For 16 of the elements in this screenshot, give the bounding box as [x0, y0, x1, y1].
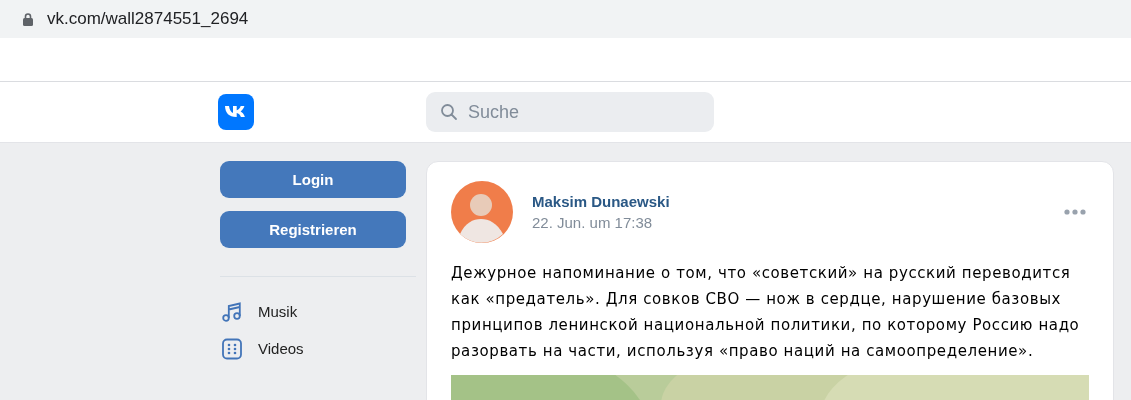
search-field[interactable]: Suche [426, 92, 714, 132]
post-date[interactable]: 22. Jun. um 17:38 [532, 214, 1064, 231]
vk-logo-icon[interactable] [218, 94, 254, 130]
more-icon [1064, 209, 1086, 215]
url-text[interactable]: vk.com/wall2874551_2694 [47, 9, 249, 29]
author-link[interactable]: Maksim Dunaewski [532, 193, 1064, 210]
post-text: Дежурное напоминание о том, что «советский» на русский переводится как «предатель». Для совков СВО — нож в сердце, нарушение базовых принципов ленинской национальной политики, по которому Россию надо разорвать на части, используя «право наций на самоопределение». [451, 263, 1081, 362]
music-note-icon [221, 300, 243, 323]
sidebar-item[interactable]: Musik [258, 303, 298, 320]
sidebar-button[interactable]: Registrieren [220, 211, 406, 248]
sidebar-item[interactable]: Videos [258, 340, 304, 357]
avatar-icon [451, 181, 513, 243]
video-icon [221, 337, 243, 360]
lock-icon [23, 12, 33, 26]
sidebar-button[interactable]: Login [220, 161, 406, 198]
search-icon [440, 103, 458, 121]
